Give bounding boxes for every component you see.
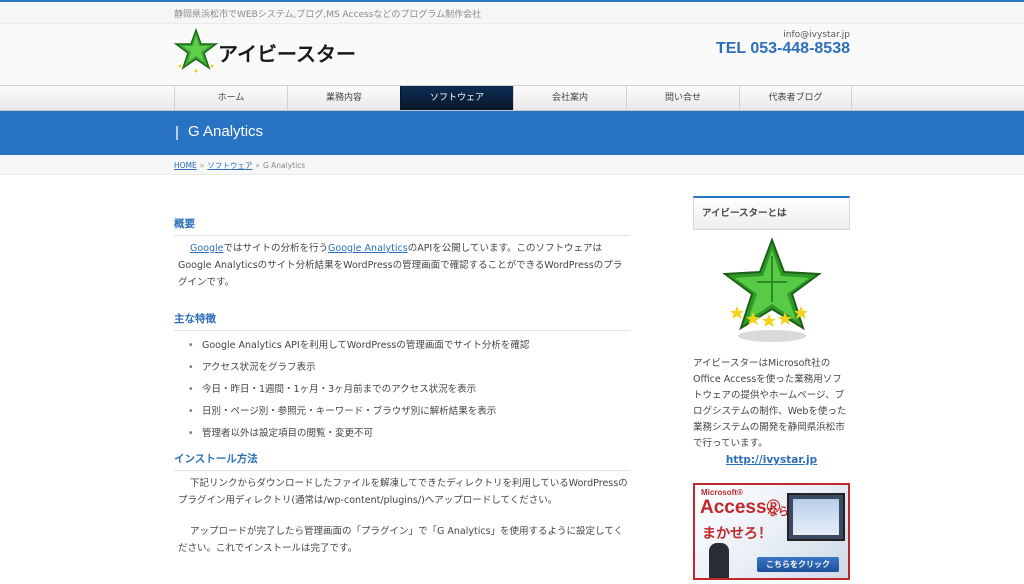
install-paragraph-1: 下記リンクからダウンロードしたファイルを解凍してできたディレクトリを利用している… — [178, 478, 628, 506]
section-heading-install: インストール方法 — [174, 451, 630, 471]
breadcrumb-home-link[interactable]: HOME — [174, 161, 197, 170]
breadcrumb-software-link[interactable]: ソフトウェア — [207, 161, 252, 170]
nav-item-home[interactable]: ホーム — [174, 86, 287, 110]
breadcrumb-band: HOME» ソフトウェア» G Analytics — [0, 155, 1024, 175]
install-paragraph-2: アップロードが完了したら管理画面の「プラグイン」で「G Analytics」を使… — [178, 526, 623, 554]
feature-list: Google Analytics APIを利用してWordPressの管理画面で… — [188, 335, 630, 445]
sidebar-site-link[interactable]: http://ivystar.jp — [693, 454, 850, 466]
star-mascot-icon — [721, 237, 822, 342]
list-item: 管理者以外は設定項目の閲覧・変更不可 — [188, 423, 630, 445]
nav-item-blog[interactable]: 代表者ブログ — [739, 86, 852, 110]
access-banner[interactable]: Microsoft® Access® なら まかせろ！ こちらをクリック — [693, 483, 850, 580]
main-nav-bar: ホーム 業務内容 ソフトウェア 会社案内 問い合せ 代表者ブログ — [0, 85, 1024, 111]
list-item: 日別・ページ別・参照元・キーワード・ブラウザ別に解析結果を表示 — [188, 401, 630, 423]
breadcrumb-separator: » — [255, 161, 260, 170]
nav-item-software[interactable]: ソフトウェア — [400, 86, 513, 110]
monitor-icon — [787, 493, 845, 541]
sidebar: アイビースターとは アイビースターはMicrosoft社のOffice Acce… — [693, 196, 850, 466]
page-title-band: G Analytics — [0, 111, 1024, 155]
overview-paragraph: Googleではサイトの分析を行うGoogle AnalyticsのAPIを公開… — [178, 243, 623, 288]
section-heading-overview: 概要 — [174, 216, 630, 236]
sidebar-description: アイビースターはMicrosoft社のOffice Accessを使った業務用ソ… — [693, 358, 847, 449]
main-nav: ホーム 業務内容 ソフトウェア 会社案内 問い合せ 代表者ブログ — [174, 86, 852, 110]
breadcrumb-current: G Analytics — [262, 161, 306, 170]
banner-click-button[interactable]: こちらをクリック — [757, 557, 839, 572]
person-icon — [709, 543, 729, 578]
nav-item-contact[interactable]: 問い合せ — [626, 86, 739, 110]
banner-nara: なら — [767, 505, 789, 518]
title-accent-bar — [176, 126, 178, 140]
nav-item-services[interactable]: 業務内容 — [287, 86, 400, 110]
breadcrumb: HOME» ソフトウェア» G Analytics — [174, 160, 305, 171]
nav-item-company[interactable]: 会社案内 — [513, 86, 626, 110]
page-title: G Analytics — [188, 123, 264, 140]
main-content: 概要 Googleではサイトの分析を行うGoogle AnalyticsのAPI… — [174, 192, 630, 584]
google-analytics-link[interactable]: Google Analytics — [328, 243, 408, 254]
section-heading-features: 主な特徴 — [174, 311, 630, 331]
star-logo-icon — [174, 28, 218, 73]
contact-email[interactable]: info@ivystar.jp — [783, 30, 850, 40]
site-tagline: 静岡県浜松市でWEBシステム,ブログ,MS Accessなどのプログラム制作会社 — [174, 10, 482, 20]
logo-text: アイビースター — [218, 42, 356, 66]
site-logo[interactable]: アイビースター — [174, 28, 374, 76]
contact-tel: TEL 053-448-8538 — [715, 40, 850, 57]
top-bar: 静岡県浜松市でWEBシステム,ブログ,MS Accessなどのプログラム制作会社 — [0, 2, 1024, 24]
breadcrumb-separator: » — [199, 161, 205, 170]
list-item: 今日・昨日・1週間・1ヶ月・3ヶ月前までのアクセス状況を表示 — [188, 379, 630, 401]
list-item: アクセス状況をグラフ表示 — [188, 357, 630, 379]
banner-makase: まかせろ！ — [702, 526, 772, 542]
list-item: Google Analytics APIを利用してWordPressの管理画面で… — [188, 335, 630, 357]
sidebar-heading: アイビースターとは — [693, 196, 850, 230]
banner-microsoft: Microsoft® — [701, 488, 743, 497]
google-link[interactable]: Google — [190, 243, 224, 254]
site-header: アイビースター info@ivystar.jp TEL 053-448-8538 — [0, 24, 1024, 84]
